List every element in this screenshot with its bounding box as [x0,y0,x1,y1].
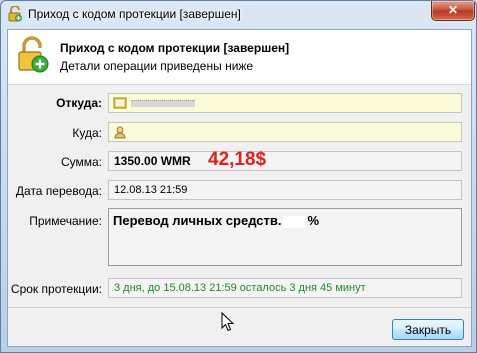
footer-divider [8,307,471,308]
wallet-icon [113,97,127,109]
dialog-window: Приход с кодом протекции [завершен] ✕ Пр… [0,0,477,353]
protection-label: Срок протекции: [10,282,102,296]
redacted-source [131,100,195,107]
protection-value: 3 дня, до 15.08.13 21:59 осталось 3 дня … [114,282,366,294]
date-value: 12.08.13 21:59 [114,184,188,196]
title-bar[interactable]: Приход с кодом протекции [завершен] ✕ [1,1,476,29]
amount-usd-annotation: 42,18$ [208,149,267,170]
note-value: Перевод личных средств.% [113,213,319,228]
note-field[interactable]: Перевод личных средств.% [108,208,462,266]
note-text-end: % [307,213,320,228]
dialog-header: Приход с кодом протекции [завершен] Дета… [8,30,471,85]
to-field[interactable] [108,122,462,142]
amount-label: Сумма: [60,155,102,169]
note-text-start: Перевод личных средств. [113,213,282,228]
from-label: Откуда: [56,96,102,110]
amount-value: 1350.00 WMR [114,154,191,168]
date-label: Дата перевода: [15,184,102,198]
date-field: 12.08.13 21:59 [108,180,462,200]
header-subtitle: Детали операции приведены ниже [60,59,254,73]
lock-open-icon [8,6,22,22]
to-label: Куда: [72,126,102,140]
redacted-note [283,215,306,228]
window-title: Приход с кодом протекции [завершен] [28,7,241,21]
header-title: Приход с кодом протекции [завершен] [60,41,290,55]
amount-field: 1350.00 WMR 42,18$ [108,149,462,171]
close-button[interactable]: Закрыть [392,319,464,340]
dialog-client-area: Приход с кодом протекции [завершен] Дета… [7,29,472,347]
lock-open-add-icon [18,36,49,73]
from-field[interactable] [108,93,462,113]
contact-icon [114,126,126,139]
note-label: Примечание: [29,214,102,228]
window-close-button[interactable]: ✕ [431,1,475,21]
mouse-cursor-icon [221,312,235,332]
protection-field: 3 дня, до 15.08.13 21:59 осталось 3 дня … [108,278,462,298]
